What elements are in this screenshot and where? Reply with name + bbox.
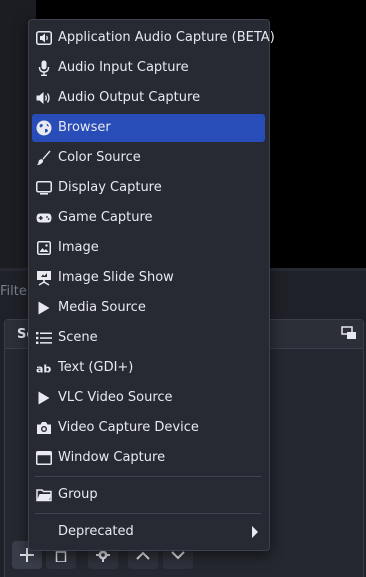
- menu-item-audio-input-capture[interactable]: Audio Input Capture: [32, 54, 265, 82]
- menu-item-label: Game Capture: [58, 210, 153, 225]
- menu-item-label: Color Source: [58, 150, 141, 165]
- menu-item-label: Browser: [58, 120, 111, 135]
- menu-item-image[interactable]: Image: [32, 234, 265, 262]
- menu-item-label: Media Source: [58, 300, 146, 315]
- add-source-menu: Application Audio Capture (BETA) Audio I…: [28, 19, 275, 551]
- image-icon: [36, 240, 52, 256]
- menu-separator: [35, 476, 261, 477]
- camera-icon: [36, 420, 52, 436]
- monitor-icon: [36, 180, 52, 196]
- menu-item-label: Display Capture: [58, 180, 162, 195]
- menu-item-label: Window Capture: [58, 450, 166, 465]
- menu-item-image-slide-show[interactable]: Image Slide Show: [32, 264, 265, 292]
- menu-item-deprecated[interactable]: Deprecated: [32, 518, 265, 546]
- svg-text:ab: ab: [36, 363, 51, 375]
- menu-item-scene[interactable]: Scene: [32, 324, 265, 352]
- gamepad-icon: [36, 210, 52, 226]
- menu-item-label: Image: [58, 240, 99, 255]
- play-icon: [36, 300, 52, 316]
- menu-item-label: Image Slide Show: [58, 270, 174, 285]
- menu-separator: [35, 513, 261, 514]
- window-icon: [36, 450, 52, 466]
- menu-item-label: Group: [58, 487, 98, 502]
- menu-item-video-capture-device[interactable]: Video Capture Device: [32, 414, 265, 442]
- menu-item-label: Audio Output Capture: [58, 90, 201, 105]
- chevron-down-icon: [171, 550, 185, 559]
- menu-item-media-source[interactable]: Media Source: [32, 294, 265, 322]
- slideshow-icon: [36, 270, 52, 286]
- menu-item-game-capture[interactable]: Game Capture: [32, 204, 265, 232]
- speaker-icon: [36, 90, 52, 106]
- list-icon: [36, 330, 52, 346]
- globe-icon: [36, 120, 52, 136]
- menu-item-audio-output-capture[interactable]: Audio Output Capture: [32, 84, 265, 112]
- menu-item-vlc-video-source[interactable]: VLC Video Source: [32, 384, 265, 412]
- menu-item-label: Audio Input Capture: [58, 60, 189, 75]
- menu-item-group[interactable]: Group: [32, 481, 265, 509]
- app-window: Filter Sc Application Audio Capture (BET…: [0, 0, 366, 577]
- menu-item-label: Scene: [58, 330, 98, 345]
- menu-item-label: Deprecated: [58, 524, 134, 539]
- popout-icon[interactable]: [341, 326, 357, 340]
- menu-item-text-gdi[interactable]: ab Text (GDI+): [32, 354, 265, 382]
- menu-item-label: VLC Video Source: [58, 390, 173, 405]
- menu-item-label: Application Audio Capture (BETA): [58, 30, 275, 45]
- play-icon: [36, 390, 52, 406]
- submenu-arrow-icon: [252, 526, 258, 538]
- menu-item-label: Video Capture Device: [58, 420, 199, 435]
- audio-capture-icon: [36, 30, 52, 46]
- paintbrush-icon: [36, 150, 52, 166]
- menu-item-application-audio-capture[interactable]: Application Audio Capture (BETA): [32, 24, 275, 52]
- menu-item-window-capture[interactable]: Window Capture: [32, 444, 265, 472]
- menu-item-label: Text (GDI+): [58, 360, 134, 375]
- microphone-icon: [36, 60, 52, 76]
- text-icon: ab: [36, 360, 52, 376]
- menu-item-color-source[interactable]: Color Source: [32, 144, 265, 172]
- menu-item-display-capture[interactable]: Display Capture: [32, 174, 265, 202]
- folder-icon: [36, 487, 52, 503]
- chevron-up-icon: [136, 551, 150, 560]
- menu-item-browser[interactable]: Browser: [32, 114, 265, 142]
